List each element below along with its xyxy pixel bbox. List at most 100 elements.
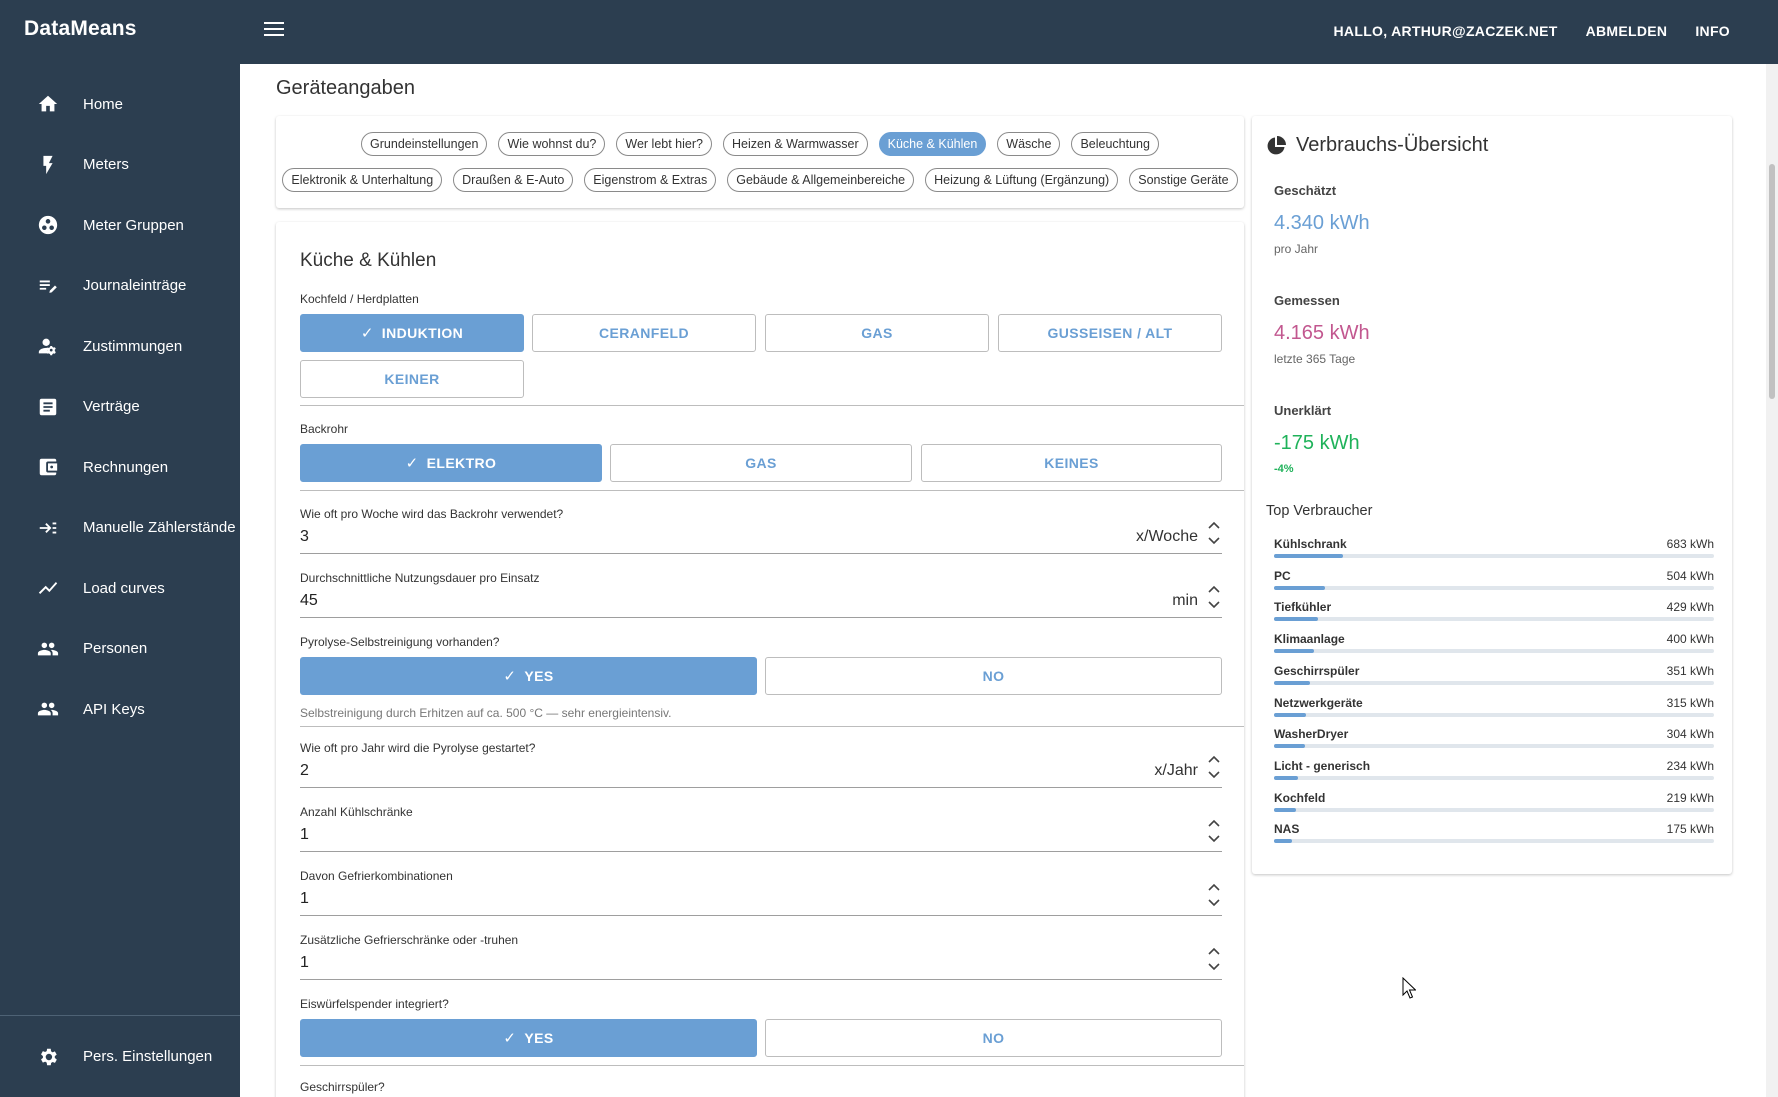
consumer-name: Klimaanlage bbox=[1274, 632, 1345, 647]
tab-gebaeude-allgemeinbereiche[interactable]: Gebäude & Allgemeinbereiche bbox=[727, 168, 915, 192]
input-value: 1 bbox=[300, 826, 309, 843]
consumer-bar-track bbox=[1274, 807, 1714, 812]
tab-heizung-lueftung[interactable]: Heizung & Lüftung (Ergänzung) bbox=[925, 168, 1119, 192]
sidebar-item-rechnungen[interactable]: Rechnungen bbox=[0, 437, 240, 498]
kochfeld-option-keiner[interactable]: KEINER bbox=[300, 360, 524, 398]
people-icon bbox=[36, 637, 60, 661]
tab-eigenstrom-extras[interactable]: Eigenstrom & Extras bbox=[584, 168, 717, 192]
backrohr-option-elektro[interactable]: ✓ ELEKTRO bbox=[300, 444, 602, 482]
unexplained-value: -175 kWh bbox=[1274, 432, 1360, 454]
tab-beleuchtung[interactable]: Beleuchtung bbox=[1071, 132, 1159, 156]
consumer-bar-fill bbox=[1274, 712, 1307, 717]
sidebar-item-label: Meters bbox=[83, 156, 129, 174]
consumer-row: Licht - generisch 234 kWh bbox=[1274, 759, 1714, 791]
measured-sub: letzte 365 Tage bbox=[1274, 352, 1356, 366]
backrohr-option-gas[interactable]: GAS bbox=[610, 444, 912, 482]
invoice-icon bbox=[36, 455, 60, 479]
kochfeld-option-ceranfeld[interactable]: CERANFELD bbox=[532, 314, 756, 352]
tab-elektronik-unterhaltung[interactable]: Elektronik & Unterhaltung bbox=[282, 168, 443, 192]
spinner-arrows-icon[interactable] bbox=[1206, 582, 1222, 612]
consumer-bar-track bbox=[1274, 554, 1714, 558]
chart-line-icon bbox=[36, 576, 60, 600]
spinner-arrows-icon[interactable] bbox=[1206, 880, 1222, 910]
consumer-name: Tiefkühler bbox=[1274, 600, 1332, 615]
sidebar-item-label: Manuelle Zählerstände bbox=[83, 519, 236, 537]
appliance-form: Küche & Kühlen Kochfeld / Herdplatten ✓ I… bbox=[276, 222, 1244, 1097]
eiswuerfel-option-no[interactable]: NO bbox=[765, 1019, 1222, 1057]
backrohr-freq-input[interactable]: 3 x/Woche bbox=[300, 521, 1222, 554]
kochfeld-option-induktion[interactable]: ✓ INDUKTION bbox=[300, 314, 524, 352]
consumer-row: NAS 175 kWh bbox=[1274, 822, 1714, 854]
consumer-name: PC bbox=[1274, 568, 1291, 583]
sidebar-item-manuelle-zaehlerstaende[interactable]: Manuelle Zählerstände bbox=[0, 498, 240, 559]
consumer-bar-fill bbox=[1274, 839, 1292, 844]
mouse-cursor-icon bbox=[1402, 977, 1416, 999]
tab-kueche-kuehlen[interactable]: Küche & Kühlen bbox=[878, 132, 987, 156]
consumer-row: Kühlschrank 683 kWh bbox=[1274, 537, 1714, 569]
sidebar-item-load-curves[interactable]: Load curves bbox=[0, 558, 240, 619]
user-greeting-link[interactable]: HALLO, ARTHUR@ZACZEK.NET bbox=[1334, 23, 1558, 39]
page-scrollbar[interactable] bbox=[1766, 64, 1778, 1097]
sidebar-item-vertraege[interactable]: Verträge bbox=[0, 377, 240, 438]
input-value: 2 bbox=[300, 762, 309, 779]
spinner-arrows-icon[interactable] bbox=[1206, 944, 1222, 974]
divider bbox=[300, 490, 1244, 491]
group-icon bbox=[36, 213, 60, 237]
kochfeld-option-gusseisen[interactable]: GUSSEISEN / ALT bbox=[998, 314, 1222, 352]
menu-icon[interactable] bbox=[264, 22, 284, 38]
tab-draussen-e-auto[interactable]: Draußen & E-Auto bbox=[453, 168, 574, 192]
scrollbar-thumb[interactable] bbox=[1769, 164, 1775, 399]
nutzungsdauer-input[interactable]: 45 min bbox=[300, 585, 1222, 618]
tab-wie-wohnst-du[interactable]: Wie wohnst du? bbox=[498, 132, 606, 156]
spinner-arrows-icon[interactable] bbox=[1206, 518, 1222, 548]
divider bbox=[300, 1065, 1244, 1066]
backrohr-option-keines[interactable]: KEINES bbox=[921, 444, 1222, 482]
kuehlschraenke-input[interactable]: 1 bbox=[300, 819, 1222, 852]
sidebar-item-meters[interactable]: Meters bbox=[0, 135, 240, 196]
estimated-sub: pro Jahr bbox=[1274, 242, 1319, 256]
tab-heizen-warmwasser[interactable]: Heizen & Warmwasser bbox=[722, 132, 868, 156]
sidebar-item-api-keys[interactable]: API Keys bbox=[0, 679, 240, 740]
sidebar-item-journal[interactable]: Journaleinträge bbox=[0, 256, 240, 317]
consumer-bar-track bbox=[1274, 649, 1714, 654]
pyrolyse-option-yes[interactable]: ✓ YES bbox=[300, 657, 757, 695]
brand-logo[interactable]: DataMeans bbox=[24, 17, 137, 41]
sidebar-item-label: Personen bbox=[83, 640, 148, 658]
sidebar-item-meter-gruppen[interactable]: Meter Gruppen bbox=[0, 195, 240, 256]
tab-wer-lebt-hier[interactable]: Wer lebt hier? bbox=[616, 132, 712, 156]
sidebar-item-personen[interactable]: Personen bbox=[0, 619, 240, 680]
sidebar-item-settings[interactable]: Pers. Einstellungen bbox=[0, 1015, 240, 1097]
spinner-arrows-icon[interactable] bbox=[1206, 752, 1222, 782]
gefrierkombi-input[interactable]: 1 bbox=[300, 883, 1222, 916]
pyrolyse-freq-label: Wie oft pro Jahr wird die Pyrolyse gesta… bbox=[300, 741, 536, 755]
consumer-value: 683 kWh bbox=[1666, 537, 1714, 551]
pyrolyse-option-no[interactable]: NO bbox=[765, 657, 1222, 695]
tab-grundeinstellungen[interactable]: Grundeinstellungen bbox=[361, 132, 488, 156]
summary-title: Verbrauchs-Übersicht bbox=[1296, 134, 1489, 156]
check-icon: ✓ bbox=[405, 455, 419, 472]
info-link[interactable]: INFO bbox=[1695, 23, 1730, 39]
backrohr-label: Backrohr bbox=[300, 422, 349, 436]
spinner-arrows-icon[interactable] bbox=[1206, 816, 1222, 846]
gefrierschraenke-input[interactable]: 1 bbox=[300, 947, 1222, 980]
pyrolyse-freq-input[interactable]: 2 x/Jahr bbox=[300, 755, 1222, 788]
geschirrspueler-label: Geschirrspüler? bbox=[300, 1080, 385, 1094]
sidebar-item-zustimmungen[interactable]: Zustimmungen bbox=[0, 316, 240, 377]
tab-waesche[interactable]: Wäsche bbox=[997, 132, 1061, 156]
sidebar-item-label: Meter Gruppen bbox=[83, 216, 184, 234]
gefrierkombi-label: Davon Gefrierkombinationen bbox=[300, 869, 453, 883]
top-consumers-title: Top Verbraucher bbox=[1266, 503, 1373, 519]
sidebar-item-home[interactable]: Home bbox=[0, 74, 240, 135]
summary-header: Verbrauchs-Übersicht bbox=[1266, 134, 1488, 157]
eiswuerfel-option-yes[interactable]: ✓ YES bbox=[300, 1019, 757, 1057]
consumer-bar-track bbox=[1274, 680, 1714, 685]
pie-chart-icon bbox=[1267, 135, 1286, 154]
consumer-name: Geschirrspüler bbox=[1274, 663, 1360, 678]
input-value: 1 bbox=[300, 890, 309, 907]
logout-link[interactable]: ABMELDEN bbox=[1586, 23, 1668, 39]
tab-sonstige-geraete[interactable]: Sonstige Geräte bbox=[1129, 168, 1238, 192]
sidebar-item-label: Load curves bbox=[83, 579, 165, 597]
consumer-name: Netzwerkgeräte bbox=[1274, 695, 1363, 710]
kochfeld-option-gas[interactable]: GAS bbox=[765, 314, 989, 352]
consumer-bar-fill bbox=[1274, 649, 1315, 654]
